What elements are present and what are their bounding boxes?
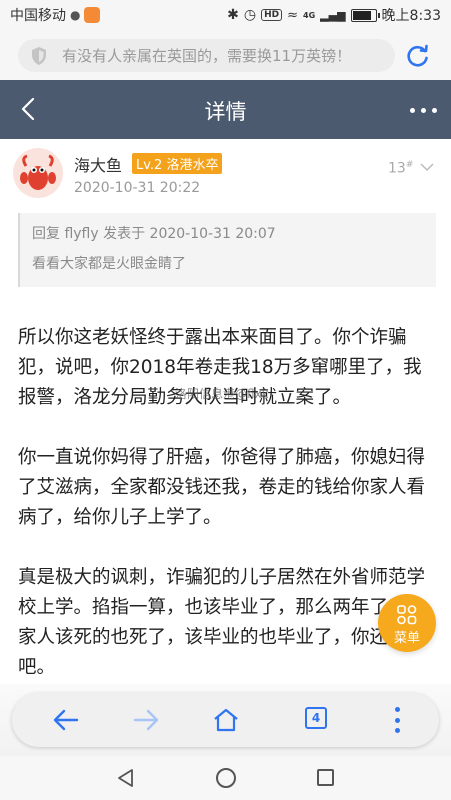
carrier-label: 中国移动 [10,8,66,24]
search-row: 有没有人亲属在英国的，需要换11万英镑！ [0,30,451,80]
clock: 晚上8:33 [381,8,441,24]
floor-mark: # [405,160,414,170]
more-options-icon[interactable] [410,108,437,113]
nav-home-icon[interactable] [216,768,236,788]
hd-badge: HD [261,9,283,21]
lobster-avatar-icon [13,148,63,198]
home-icon[interactable] [212,707,240,733]
search-placeholder: 有没有人亲属在英国的，需要换11万英镑！ [62,47,352,65]
search-input[interactable]: 有没有人亲属在英国的，需要换11万英镑！ [18,39,395,72]
avatar[interactable] [13,148,63,198]
browser-toolbar: 4 [12,693,439,747]
post-paragraph: 你一直说你妈得了肝癌，你爸得了肺癌，你媳妇得了艾滋病，全家都没钱还我，卷走的钱给… [18,447,426,528]
refresh-icon[interactable] [405,43,431,69]
wifi-icon: ≈ [287,7,299,23]
nav-back-icon[interactable] [116,768,136,788]
shield-icon [32,46,46,65]
quote-text: 看看大家都是火眼金睛了 [32,256,186,272]
menu-grid-icon [397,605,417,625]
status-bar: 中国移动 ● ✱ ◷ HD ≈ 4G ▂▄▆ 晚上8:33 [0,0,451,30]
post-body: 所以你这老妖怪终于露出本来面目了。你个诈骗犯，说吧，你2018年卷走我18万多窜… [18,323,438,713]
post-timestamp: 2020-10-31 20:22 [74,180,201,196]
bluetooth-icon: ✱ [227,7,239,23]
quote-header: 回复 flyfly 发表于 2020-10-31 20:07 [32,226,276,242]
signal-icon: ▂▄▆ [320,8,346,22]
tabs-button[interactable]: 4 [305,707,327,729]
quoted-reply: 回复 flyfly 发表于 2020-10-31 20:07 看看大家都是火眼金… [18,213,436,287]
post-paragraph: 真是极大的讽刺，诈骗犯的儿子居然在外省师范学校上学。掐指一算，也该毕业了，那么两… [18,567,426,678]
page-title: 详情 [204,100,247,124]
system-nav-bar [0,756,451,800]
floor-number-value: 13 [388,160,406,177]
network-label: 4G [303,10,316,20]
back-arrow-icon[interactable] [52,707,80,733]
battery-icon [350,8,380,22]
level-badge: Lv.2 洛港水卒 [132,153,223,174]
floor-number: 13# [388,160,413,177]
menu-label: 菜单 [393,631,420,646]
alarm-icon: ◷ [243,7,257,23]
nav-recents-icon[interactable] [317,769,334,786]
title-bar: 详情 [0,80,451,139]
chevron-down-icon[interactable] [420,162,434,172]
app-notification-icon [84,7,101,23]
username[interactable]: 海大鱼 [74,152,122,176]
forward-arrow-icon[interactable] [132,707,160,733]
message-icon: ● [70,8,81,22]
browser-menu-icon[interactable] [393,707,401,733]
menu-button[interactable]: 菜单 [378,594,436,652]
watermark: 洛阳信息港@flxk [175,387,269,401]
